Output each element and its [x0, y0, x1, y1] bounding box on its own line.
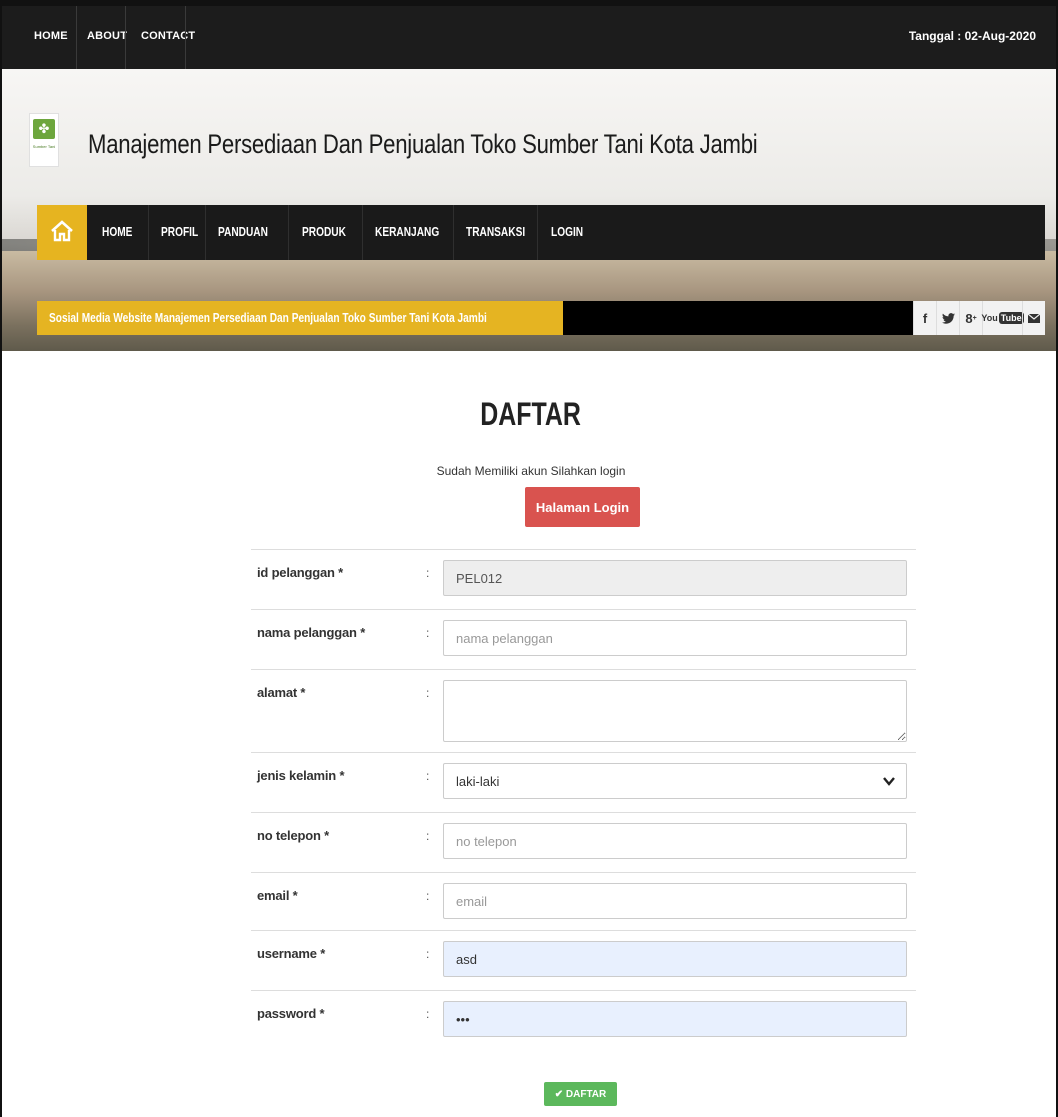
- facebook-icon[interactable]: f: [913, 301, 936, 335]
- form-row-id: id pelanggan * :: [251, 549, 916, 609]
- nav-item-login[interactable]: LOGIN: [551, 224, 583, 239]
- top-link-home[interactable]: HOME: [34, 30, 68, 42]
- colon: :: [426, 829, 430, 843]
- nav-item-profil[interactable]: PROFIL: [161, 224, 198, 239]
- email-field[interactable]: [443, 883, 907, 919]
- googleplus-icon[interactable]: 8 +: [959, 301, 982, 335]
- date-display: Tanggal : 02-Aug-2020: [908, 29, 1036, 43]
- header-banner: ✤ Sumber Tani Manajemen Persediaan Dan P…: [2, 69, 1056, 351]
- nav-divider: [288, 205, 289, 260]
- daftar-submit-button[interactable]: ✔ DAFTAR: [544, 1082, 617, 1106]
- colon: :: [426, 566, 430, 580]
- top-link-about[interactable]: ABOUT: [87, 30, 127, 42]
- nav-item-home[interactable]: HOME: [102, 224, 132, 239]
- id-pelanggan-field[interactable]: [443, 560, 907, 596]
- top-bar: HOME ABOUT CONTACT Tanggal : 02-Aug-2020: [2, 6, 1056, 69]
- nav-item-panduan[interactable]: PANDUAN: [218, 224, 268, 239]
- field-label: nama pelanggan *: [257, 625, 366, 640]
- nav-divider: [537, 205, 538, 260]
- site-logo[interactable]: ✤ Sumber Tani: [29, 113, 59, 167]
- form-row-password: password * :: [251, 990, 916, 1054]
- nav-divider: [453, 205, 454, 260]
- youtube-icon[interactable]: You Tube: [981, 301, 1024, 335]
- colon: :: [426, 769, 430, 783]
- colon: :: [426, 686, 430, 700]
- form-row-nama: nama pelanggan * :: [251, 609, 916, 669]
- jenis-kelamin-select[interactable]: laki-laki: [443, 763, 907, 799]
- social-links: f 8 + You Tube: [913, 301, 1045, 335]
- form-row-alamat: alamat * :: [251, 669, 916, 752]
- top-divider: [125, 6, 126, 69]
- field-label: id pelanggan *: [257, 565, 344, 580]
- nav-divider: [148, 205, 149, 260]
- field-label: username *: [257, 946, 326, 961]
- ticker-label: Sosial Media Website Manajemen Persediaa…: [37, 301, 563, 335]
- top-divider: [76, 6, 77, 69]
- login-prompt: Sudah Memiliki akun Silahkan login: [436, 464, 626, 478]
- form-row-username: username * :: [251, 930, 916, 990]
- colon: :: [426, 1007, 430, 1021]
- logo-text: Sumber Tani: [32, 144, 56, 149]
- social-ticker: Sosial Media Website Manajemen Persediaa…: [37, 301, 1045, 335]
- main-nav: HOME PROFIL PANDUAN PRODUK KERANJANG TRA…: [37, 205, 1045, 260]
- nav-divider: [205, 205, 206, 260]
- nav-item-keranjang[interactable]: KERANJANG: [375, 224, 439, 239]
- leaf-icon: ✤: [33, 119, 55, 139]
- select-value: laki-laki: [456, 774, 500, 789]
- field-label: email *: [257, 888, 298, 903]
- nav-item-transaksi[interactable]: TRANSAKSI: [466, 224, 525, 239]
- password-field[interactable]: [443, 1001, 907, 1037]
- nama-pelanggan-field[interactable]: [443, 620, 907, 656]
- page-title: DAFTAR: [480, 396, 582, 432]
- field-label: alamat *: [257, 685, 306, 700]
- form-row-jenis-kelamin: jenis kelamin * : laki-laki: [251, 752, 916, 812]
- chevron-down-icon: [883, 777, 895, 786]
- field-label: no telepon *: [257, 828, 329, 843]
- page-frame: HOME ABOUT CONTACT Tanggal : 02-Aug-2020…: [0, 0, 1058, 1117]
- field-label: jenis kelamin *: [257, 768, 345, 783]
- no-telepon-field[interactable]: [443, 823, 907, 859]
- top-divider: [185, 6, 186, 69]
- alamat-field[interactable]: [443, 680, 907, 742]
- mail-icon[interactable]: [1022, 301, 1045, 335]
- nav-item-produk[interactable]: PRODUK: [302, 224, 346, 239]
- nav-home-button[interactable]: [37, 205, 87, 260]
- field-label: password *: [257, 1006, 325, 1021]
- nav-divider: [362, 205, 363, 260]
- username-field[interactable]: [443, 941, 907, 977]
- site-title: Manajemen Persediaan Dan Penjualan Toko …: [88, 129, 758, 159]
- top-link-contact[interactable]: CONTACT: [141, 30, 195, 42]
- colon: :: [426, 626, 430, 640]
- twitter-icon[interactable]: [936, 301, 959, 335]
- home-icon: [51, 220, 73, 242]
- colon: :: [426, 947, 430, 961]
- login-page-button[interactable]: Halaman Login: [525, 487, 640, 527]
- form-row-telepon: no telepon * :: [251, 812, 916, 872]
- form-row-email: email * :: [251, 872, 916, 930]
- colon: :: [426, 889, 430, 903]
